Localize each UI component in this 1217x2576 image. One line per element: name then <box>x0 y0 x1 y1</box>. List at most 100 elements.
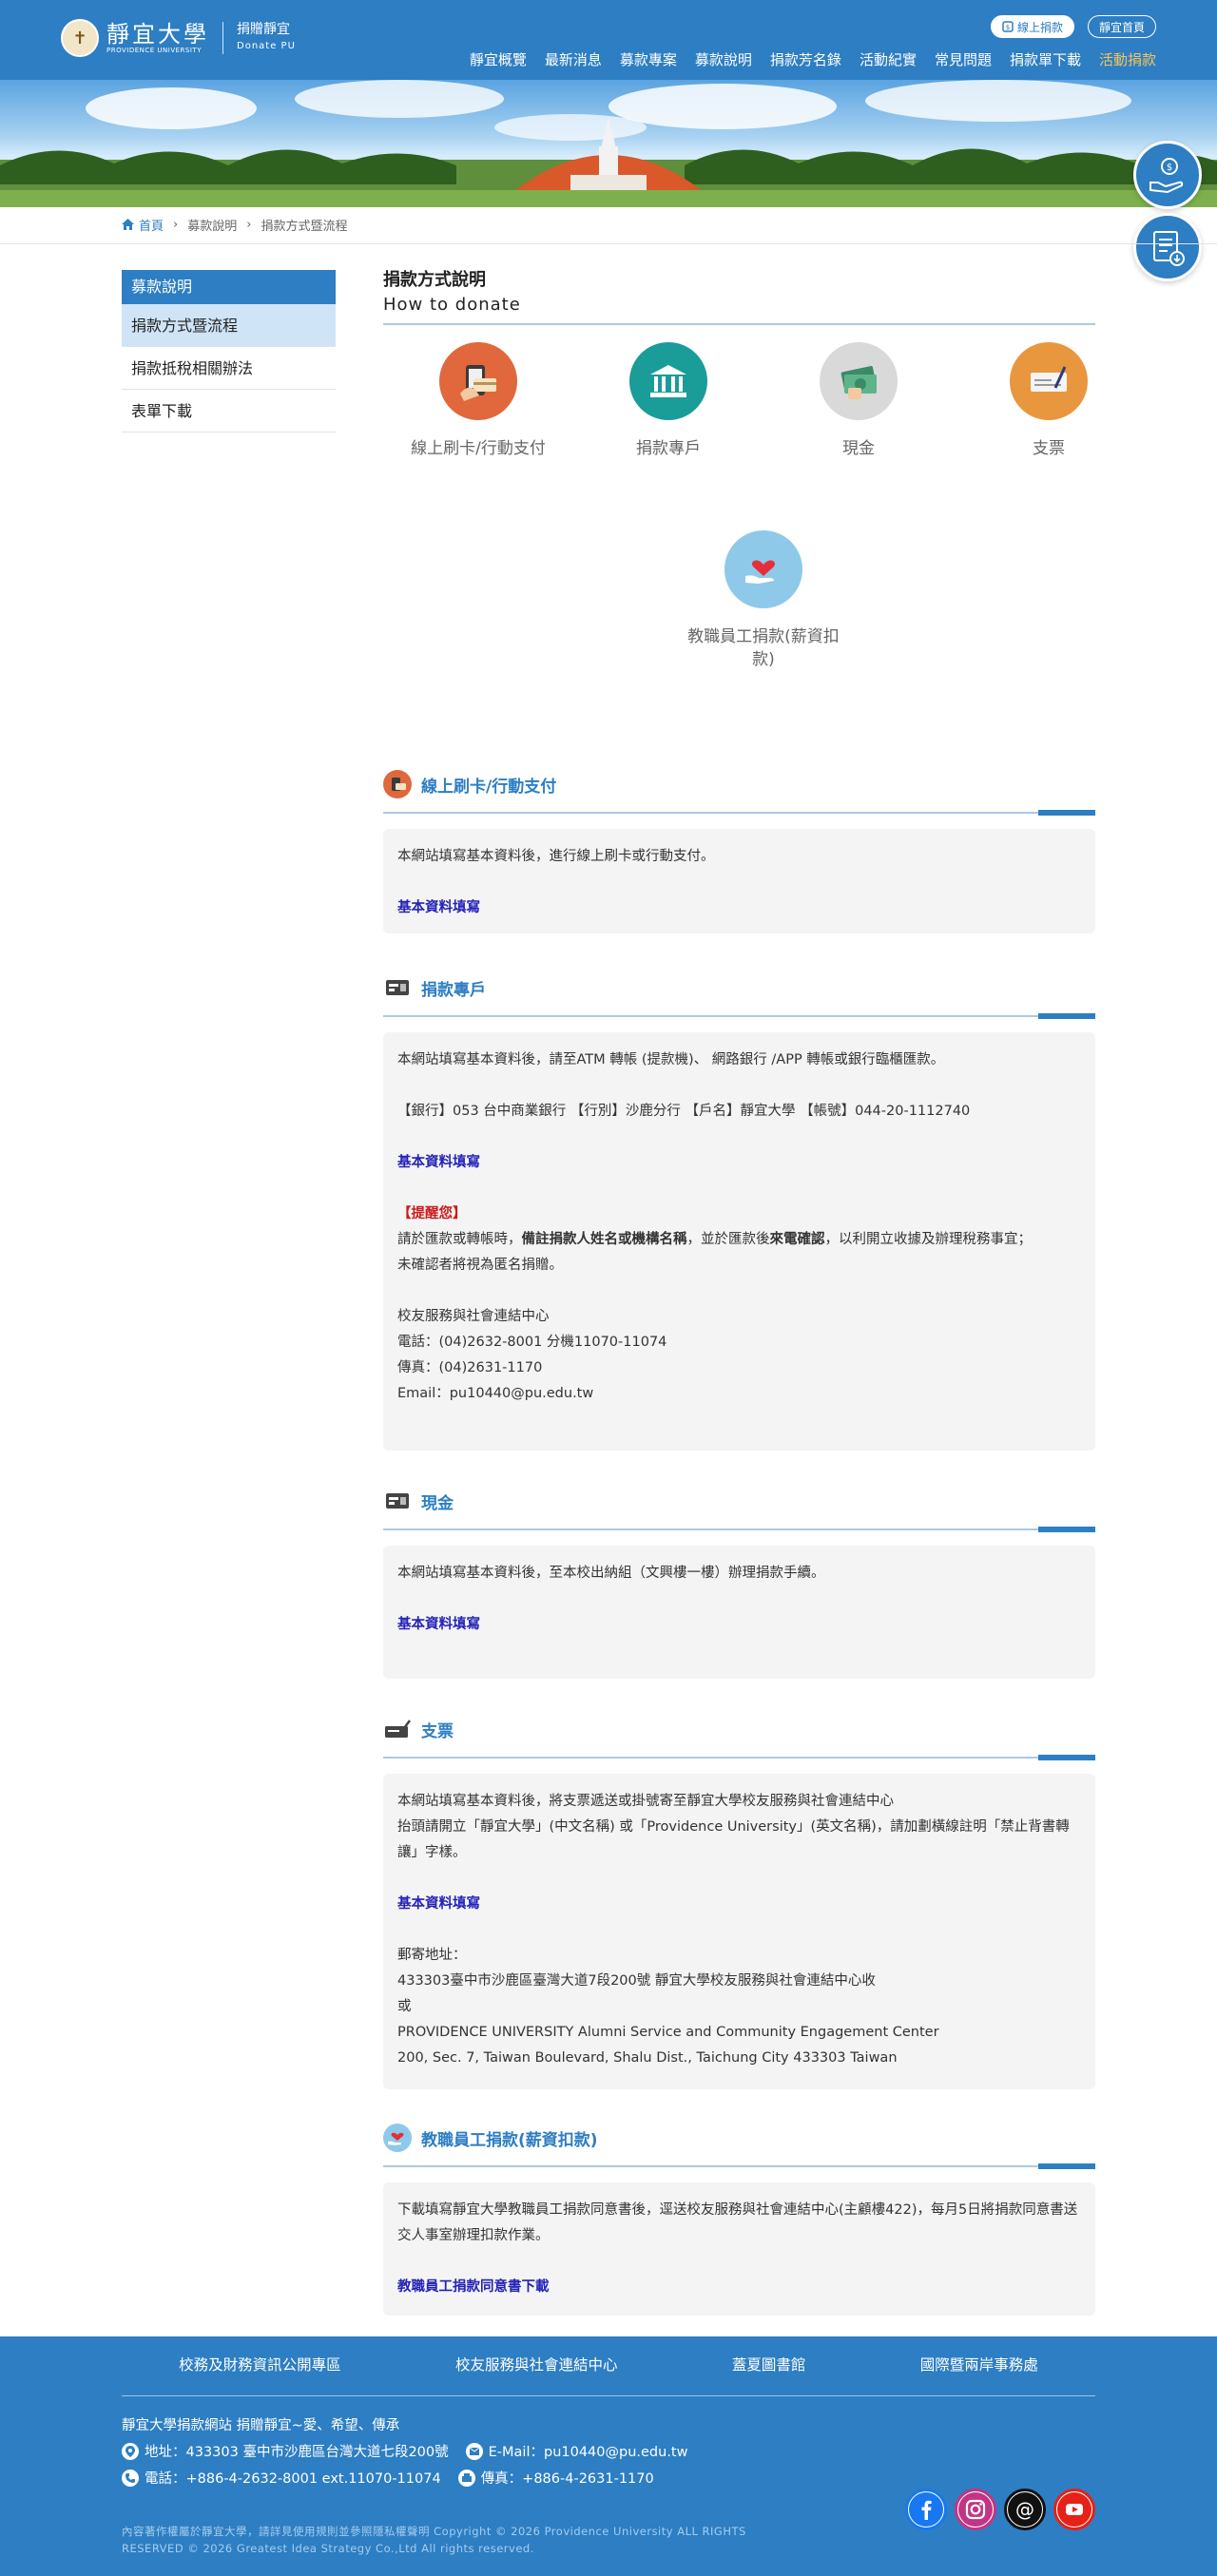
breadcrumb-level1[interactable]: 募款說明 <box>187 216 237 234</box>
site-footer: 校務及財務資訊公開專區 校友服務與社會連結中心 蓋夏圖書館 國際暨兩岸事務處 靜… <box>0 2336 1217 2576</box>
cash-icon <box>820 342 898 420</box>
section-divider <box>383 1013 1095 1019</box>
document-download-icon <box>1153 231 1185 266</box>
mail-address-en-line2: 200, Sec. 7, Taiwan Boulevard, Shalu Dis… <box>397 2050 898 2066</box>
section-payroll: 教職員工捐款(薪資扣款) 下載填寫靜宜大學教職員工捐款同意書後，逕送校友服務與社… <box>383 2124 1095 2316</box>
online-donate-label: 線上捐款 <box>1016 20 1063 34</box>
section-text: 本網站填寫基本資料後，進行線上刷卡或行動支付。 <box>397 849 715 864</box>
method-label: 捐款專戶 <box>636 439 701 458</box>
reminder-note-anonymous: 未確認者將視為匿名捐贈。 <box>397 1258 563 1273</box>
payroll-consent-download-link[interactable]: 教職員工捐款同意書下載 <box>397 2279 550 2295</box>
section-cheque: 支票 本網站填寫基本資料後，將支票遞送或掛號寄至靜宜大學校友服務與社會連結中心 … <box>383 1715 1095 2089</box>
nav-news[interactable]: 最新消息 <box>545 49 602 69</box>
section-online-payment: 線上刷卡/行動支付 本網站填寫基本資料後，進行線上刷卡或行動支付。 基本資料填寫 <box>383 770 1095 933</box>
breadcrumb: 首頁 › 募款說明 › 捐款方式暨流程 <box>122 215 347 234</box>
section-title: 捐款專戶 <box>421 980 486 1000</box>
breadcrumb-divider <box>0 243 1217 244</box>
footer-address: 地址：433303 臺中市沙鹿區台灣大道七段200號 <box>145 2445 449 2460</box>
site-logo[interactable]: ✝ 靜宜大學 PROVIDENCE UNIVERSITY 捐贈靜宜 Donate… <box>61 19 296 57</box>
online-donate-button[interactable]: $ 線上捐款 <box>990 15 1074 38</box>
main-content: 捐款方式說明 How to donate 線上刷卡/行動支付 捐款專戶 現金 支 <box>383 268 1095 669</box>
atm-icon <box>383 973 412 1002</box>
contact-fax: 傳真：(04)2631-1170 <box>397 1360 543 1375</box>
university-home-button[interactable]: 靜宜首頁 <box>1087 15 1156 38</box>
basic-info-link[interactable]: 基本資料填寫 <box>397 1617 480 1632</box>
facebook-icon[interactable] <box>905 2489 947 2530</box>
campus-banner-image <box>0 80 1217 207</box>
svg-text:$: $ <box>1006 24 1010 31</box>
footer-link-alumni-center[interactable]: 校友服務與社會連結中心 <box>455 2354 618 2374</box>
footer-link-international[interactable]: 國際暨兩岸事務處 <box>920 2354 1038 2374</box>
section-text: 抬頭請開立「靜宜大學」(中文名稱) 或「Providence Universit… <box>397 1819 1070 1860</box>
section-text: 本網站填寫基本資料後，至本校出納組（文興樓一樓）辦理捐款手續。 <box>397 1566 825 1581</box>
breadcrumb-home[interactable]: 首頁 <box>122 216 164 234</box>
bank-icon <box>629 342 707 420</box>
mail-address-cn: 433303臺中市沙鹿區臺灣大道7段200號 靜宜大學校友服務與社會連結中心收 <box>397 1973 876 1989</box>
logo-university-name: 靜宜大學 <box>106 21 209 48</box>
section-title: 線上刷卡/行動支付 <box>421 777 557 797</box>
section-title: 支票 <box>421 1721 454 1741</box>
hero-banner <box>0 80 1217 207</box>
logo-divider <box>222 22 223 54</box>
section-text: 本網站填寫基本資料後，請至ATM 轉帳 (提款機)、 網路銀行 /APP 轉帳或… <box>397 1052 945 1067</box>
instagram-icon[interactable] <box>955 2489 996 2530</box>
method-label: 現金 <box>842 439 875 458</box>
site-header: ✝ 靜宜大學 PROVIDENCE UNIVERSITY 捐贈靜宜 Donate… <box>0 0 1217 80</box>
section-cash: 現金 本網站填寫基本資料後，至本校出納組（文興樓一樓）辦理捐款手續。 基本資料填… <box>383 1487 1095 1679</box>
nav-projects[interactable]: 募款專案 <box>620 49 677 69</box>
phone-icon <box>122 2469 139 2487</box>
nav-event-donation[interactable]: 活動捐款 <box>1099 49 1156 69</box>
svg-text:$: $ <box>1167 163 1172 173</box>
footer-link-library[interactable]: 蓋夏圖書館 <box>732 2354 806 2374</box>
section-content: 本網站填寫基本資料後，至本校出納組（文興樓一樓）辦理捐款手續。 基本資料填寫 <box>383 1546 1095 1679</box>
method-cheque[interactable]: 支票 <box>954 342 1144 460</box>
basic-info-link[interactable]: 基本資料填寫 <box>397 900 480 915</box>
footer-copyright: 內容著作權屬於靜宜大學，請詳見使用規則並參照隱私權聲明 Copyright © … <box>122 2525 746 2555</box>
mail-icon <box>465 2442 483 2460</box>
youtube-icon[interactable] <box>1053 2489 1095 2530</box>
method-cash[interactable]: 現金 <box>763 342 954 460</box>
fax-icon <box>457 2469 475 2487</box>
nav-faq[interactable]: 常見問題 <box>935 49 992 69</box>
nav-overview[interactable]: 靜宜概覽 <box>470 49 527 69</box>
method-online-card[interactable]: 線上刷卡/行動支付 <box>383 342 573 460</box>
site-name-en: Donate PU <box>237 41 296 51</box>
floating-donate-button[interactable]: $ <box>1133 141 1202 209</box>
footer-site-title: 靜宜大學捐款網站 捐贈靜宜~愛、希望、傳承 <box>122 2418 400 2433</box>
section-divider <box>383 2163 1095 2169</box>
section-divider <box>383 1755 1095 1760</box>
mail-label: 郵寄地址： <box>397 1948 467 1963</box>
contact-phone: 電話：(04)2632-8001 分機11070-11074 <box>397 1335 667 1350</box>
footer-phone: 電話：+886-4-2632-8001 ext.11070-11074 <box>145 2471 441 2487</box>
mail-address-or: 或 <box>397 1999 412 2014</box>
floating-form-download-button[interactable] <box>1133 213 1202 281</box>
nav-events[interactable]: 活動紀實 <box>860 49 917 69</box>
section-content: 本網站填寫基本資料後，進行線上刷卡或行動支付。 基本資料填寫 <box>383 829 1095 933</box>
basic-info-link[interactable]: 基本資料填寫 <box>397 1155 480 1170</box>
footer-fax: 傳真：+886-4-2631-1170 <box>480 2471 654 2487</box>
sidebar-item-forms-download[interactable]: 表單下載 <box>122 390 336 433</box>
section-content: 下載填寫靜宜大學教職員工捐款同意書後，逕送校友服務與社會連結中心(主顧樓422)… <box>383 2182 1095 2316</box>
section-title: 教職員工捐款(薪資扣款) <box>421 2130 598 2150</box>
section-divider <box>383 1527 1095 1532</box>
nav-forms-download[interactable]: 捐款單下載 <box>1010 49 1081 69</box>
sidebar-item-tax-deduction[interactable]: 捐款抵稅相關辦法 <box>122 347 336 390</box>
chevron-right-icon: › <box>173 217 179 232</box>
hand-coin-icon: $ <box>1149 158 1184 194</box>
method-bank-account[interactable]: 捐款專戶 <box>573 342 763 460</box>
nav-donation-info[interactable]: 募款說明 <box>695 49 752 69</box>
threads-icon[interactable]: @ <box>1004 2489 1046 2530</box>
method-payroll[interactable]: 教職員工捐款(薪資扣款) <box>668 530 859 671</box>
footer-divider <box>122 2395 1095 2396</box>
basic-info-link[interactable]: 基本資料填寫 <box>397 1896 480 1912</box>
footer-email[interactable]: E-Mail：pu10440@pu.edu.tw <box>489 2441 688 2461</box>
chevron-right-icon: › <box>246 217 252 232</box>
card-icon <box>383 770 412 798</box>
method-label: 支票 <box>1033 439 1065 458</box>
svg-text:@: @ <box>1015 2498 1034 2521</box>
nav-donor-list[interactable]: 捐款芳名錄 <box>770 49 841 69</box>
site-name: 捐贈靜宜 <box>237 22 290 37</box>
footer-link-disclosure[interactable]: 校務及財務資訊公開專區 <box>179 2354 341 2374</box>
method-label: 教職員工捐款(薪資扣款) <box>687 627 840 669</box>
sidebar-item-donation-process[interactable]: 捐款方式暨流程 <box>122 304 336 347</box>
